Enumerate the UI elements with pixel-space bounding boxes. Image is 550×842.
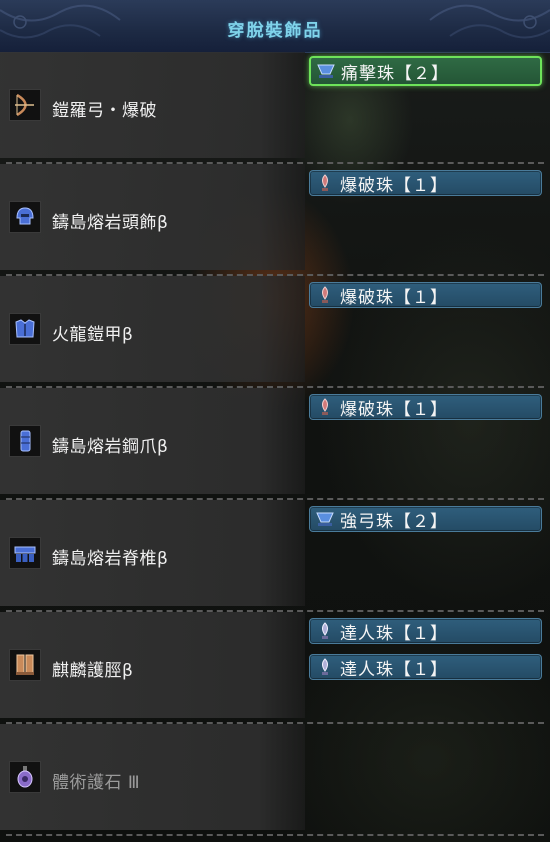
- equipment-row-chest[interactable]: 火龍鎧甲β 爆破珠【１】: [0, 276, 550, 388]
- decoration-label: 痛擊珠【２】: [341, 63, 449, 84]
- decoration-slot[interactable]: 痛擊珠【２】: [309, 56, 542, 86]
- arm-armor-icon: [9, 425, 41, 457]
- equipment-row-weapon[interactable]: 鎧羅弓・爆破 痛擊珠【２】: [0, 52, 550, 164]
- bow-icon: [9, 89, 41, 121]
- chest-armor-icon: [9, 313, 41, 345]
- charm-icon: [9, 761, 41, 793]
- decoration-slot[interactable]: 強弓珠【２】: [309, 506, 542, 532]
- waist-armor-icon: [9, 537, 41, 569]
- page-title: 穿脫裝飾品: [227, 21, 323, 41]
- decoration-slot[interactable]: 爆破珠【１】: [309, 394, 542, 420]
- decoration-level1-icon: [314, 284, 336, 306]
- equipment-row-head[interactable]: 鑄島熔岩頭飾β 爆破珠【１】: [0, 164, 550, 276]
- equipment-name: 麒麟護脛β: [52, 661, 134, 681]
- decoration-label: 強弓珠【２】: [340, 511, 448, 532]
- decoration-level1-icon: [314, 396, 336, 418]
- decoration-level1-icon: [314, 172, 336, 194]
- decoration-slot[interactable]: 爆破珠【１】: [309, 282, 542, 308]
- equipment-name: 鎧羅弓・爆破: [52, 101, 157, 121]
- equipment-panel: [0, 276, 305, 382]
- decoration-label: 爆破珠【１】: [340, 399, 448, 420]
- decoration-label: 達人珠【１】: [340, 623, 448, 644]
- decoration-slot[interactable]: 爆破珠【１】: [309, 170, 542, 196]
- row-divider: [6, 834, 544, 836]
- equipment-row-arms[interactable]: 鑄島熔岩鋼爪β 爆破珠【１】: [0, 388, 550, 500]
- equipment-row-legs[interactable]: 麒麟護脛β 達人珠【１】 達人珠【１】: [0, 612, 550, 724]
- equipment-name: 鑄島熔岩頭飾β: [52, 213, 169, 233]
- decoration-slot[interactable]: 達人珠【１】: [309, 618, 542, 644]
- equipment-name: 鑄島熔岩鋼爪β: [52, 437, 169, 457]
- decoration-level2-icon: [314, 508, 336, 530]
- decoration-label: 爆破珠【１】: [340, 175, 448, 196]
- decoration-level2-icon: [315, 60, 337, 82]
- equipment-name: 體術護石 Ⅲ: [52, 773, 141, 793]
- equipment-panel: [0, 612, 305, 718]
- equipment-panel: [0, 724, 305, 830]
- equipment-row-waist[interactable]: 鑄島熔岩脊椎β 強弓珠【２】: [0, 500, 550, 612]
- decoration-label: 達人珠【１】: [340, 659, 448, 680]
- decoration-level1-icon: [314, 620, 336, 642]
- head-armor-icon: [9, 201, 41, 233]
- decoration-level1-icon: [314, 656, 336, 678]
- decoration-slot[interactable]: 達人珠【１】: [309, 654, 542, 680]
- decoration-label: 爆破珠【１】: [340, 287, 448, 308]
- leg-armor-icon: [9, 649, 41, 681]
- header-bar: 穿脫裝飾品: [0, 0, 550, 53]
- equipment-row-charm[interactable]: 體術護石 Ⅲ: [0, 724, 550, 836]
- equipment-name: 鑄島熔岩脊椎β: [52, 549, 169, 569]
- equipment-name: 火龍鎧甲β: [52, 325, 134, 345]
